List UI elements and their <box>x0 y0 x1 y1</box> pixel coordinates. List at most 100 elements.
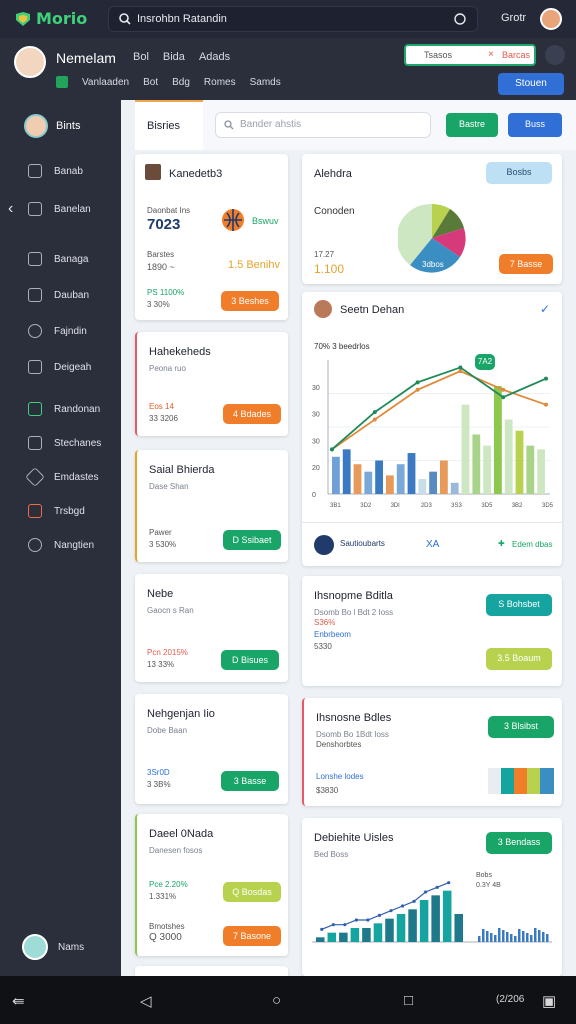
sidebar-item[interactable]: Banab <box>28 164 83 178</box>
recents-icon[interactable]: □ <box>404 992 413 1009</box>
home-icon[interactable]: ○ <box>272 992 281 1009</box>
bar <box>342 449 351 494</box>
header-nav-item[interactable]: Bida <box>163 51 185 63</box>
card-button[interactable]: 3.5 Boaum <box>486 648 552 670</box>
y-tick-label: 30 <box>312 438 320 445</box>
sidebar-user[interactable]: Bints <box>24 114 80 138</box>
sub-nav-item[interactable]: Bdg <box>172 77 190 88</box>
window-icon[interactable]: ▣ <box>542 992 556 1010</box>
sidebar-item[interactable]: Stechanes <box>28 436 101 450</box>
footer-right[interactable]: Edem dbas <box>512 540 552 549</box>
tab-active[interactable]: Bisries <box>135 100 203 150</box>
app-name: Morio <box>36 9 88 28</box>
card-line: $3830 <box>316 786 339 795</box>
trend-point <box>389 909 393 913</box>
trend-point <box>331 923 335 927</box>
app-logo[interactable]: Morio <box>14 9 87 28</box>
chevron-down-icon[interactable]: ✓ <box>540 302 550 316</box>
card-button[interactable]: D Bisues <box>221 650 279 670</box>
card-pct: Eos 14 <box>149 402 174 411</box>
card-button[interactable]: 3 Blsibst <box>488 716 554 738</box>
bar <box>526 445 535 494</box>
avatar <box>24 114 48 138</box>
header-action-button[interactable]: Stouen <box>498 73 564 95</box>
tab-bar: Bisries Bander ahstis Bastre Buss <box>135 100 576 150</box>
tab-blue-button[interactable]: Buss <box>508 113 562 137</box>
top-avatar[interactable] <box>540 8 562 30</box>
top-user-name[interactable]: Grotr <box>501 12 526 24</box>
tab-green-button[interactable]: Bastre <box>446 113 498 137</box>
card-pct2: 3 30% <box>147 300 170 309</box>
sidebar-item[interactable]: Nangtien <box>28 538 94 552</box>
card-sub: Danesen fosos <box>149 846 203 855</box>
pie-value: 17.27 <box>314 250 335 259</box>
card-button[interactable]: Q Bosdas <box>223 882 281 902</box>
header-nav-item[interactable]: Bol <box>133 51 149 63</box>
y-tick-label: 0 <box>312 492 316 499</box>
sidebar-item[interactable]: Deigeah <box>28 360 91 374</box>
card-accent: 1.5 Benihv <box>228 259 280 271</box>
filter-action[interactable]: Barcas <box>502 50 530 60</box>
y-tick-label: 30 <box>312 412 320 419</box>
plus-icon[interactable]: ✚ <box>498 539 505 548</box>
header-filter-field[interactable]: Tsasos × Barcas <box>404 44 536 66</box>
trend-point <box>343 923 347 927</box>
pie-button[interactable]: 7 Basse <box>499 254 553 274</box>
card-pct: PS 1100% <box>147 288 185 297</box>
list-icon <box>28 436 42 450</box>
x-tick-label: 2D3 <box>421 503 433 509</box>
network-icon <box>314 535 334 555</box>
collapse-icon[interactable]: ‹ <box>8 200 13 218</box>
sidebar-item[interactable]: Emdastes <box>25 467 98 487</box>
back-arrow-icon[interactable]: ⇚ <box>12 992 25 1010</box>
mini-bar <box>506 932 509 942</box>
sidebar-item[interactable]: Fajndin <box>28 324 87 338</box>
page-title: Nemelam <box>56 50 116 66</box>
sub-nav-item[interactable]: Romes <box>204 77 236 88</box>
mini-bar <box>522 931 525 942</box>
sidebar-item[interactable]: Trsbgd <box>28 504 85 518</box>
card-button[interactable]: 3 Beshes <box>221 291 279 311</box>
sidebar-item[interactable]: Banelan <box>28 202 91 216</box>
header-avatar[interactable] <box>14 46 46 78</box>
card-button[interactable]: 7 Basone <box>223 926 281 946</box>
trend-point <box>435 885 439 889</box>
sidebar-bottom-user[interactable]: Nams <box>22 934 84 960</box>
card-button[interactable]: S Bohsbet <box>486 594 552 616</box>
x-tick-label: 3S3 <box>451 503 462 509</box>
sub-nav-item[interactable]: Samds <box>250 77 281 88</box>
sub-nav-item[interactable]: Vanlaaden <box>82 77 129 88</box>
card-button[interactable]: 3 Bendass <box>486 832 552 854</box>
bar <box>339 932 348 942</box>
x-tick-label: 3B2 <box>512 503 523 509</box>
sidebar-item[interactable]: Banaga <box>28 252 88 266</box>
pie-value2: 1.100 <box>314 262 345 276</box>
gate-icon <box>28 504 42 518</box>
pie-badge[interactable]: Bosbs <box>486 162 552 184</box>
card-line: 1890 ~ <box>147 262 175 272</box>
card-button[interactable]: 3 Basse <box>221 771 279 791</box>
sidebar: Bints ‹ Banab Banelan Banaga Dauban Fajn… <box>0 100 121 976</box>
card-button[interactable]: 4 Bdades <box>223 404 281 424</box>
series-line-orange-point <box>544 402 548 407</box>
trend-point <box>366 918 370 922</box>
sub-nav-item[interactable]: Bot <box>143 77 158 88</box>
header-nav-item[interactable]: Adads <box>199 51 230 63</box>
top-search-input[interactable]: Insrohbn Ratandin <box>108 6 478 32</box>
mini-bar <box>502 930 505 942</box>
header: Nemelam Bol Bida Adads Vanlaaden Bot Bdg… <box>0 38 576 100</box>
sidebar-item[interactable]: Randonan <box>28 402 100 416</box>
content-search-input[interactable]: Bander ahstis <box>215 112 431 138</box>
mini-bar <box>518 929 521 942</box>
card-line: S36% <box>314 618 336 627</box>
trend-card: Debiehite Uisles Bed Boss 3 Bendass Bobs… <box>302 818 562 976</box>
sidebar-item[interactable]: Dauban <box>28 288 89 302</box>
back-icon[interactable]: ◁ <box>140 992 152 1010</box>
card-pct: Pcn 2015% <box>147 648 188 657</box>
card-button[interactable]: D Ssibaet <box>223 530 281 550</box>
clear-icon[interactable]: × <box>488 49 494 60</box>
refresh-icon[interactable] <box>453 12 467 26</box>
card-pct2: 1.331% <box>149 892 177 901</box>
avatar <box>314 300 332 318</box>
profile-icon[interactable] <box>545 45 565 65</box>
